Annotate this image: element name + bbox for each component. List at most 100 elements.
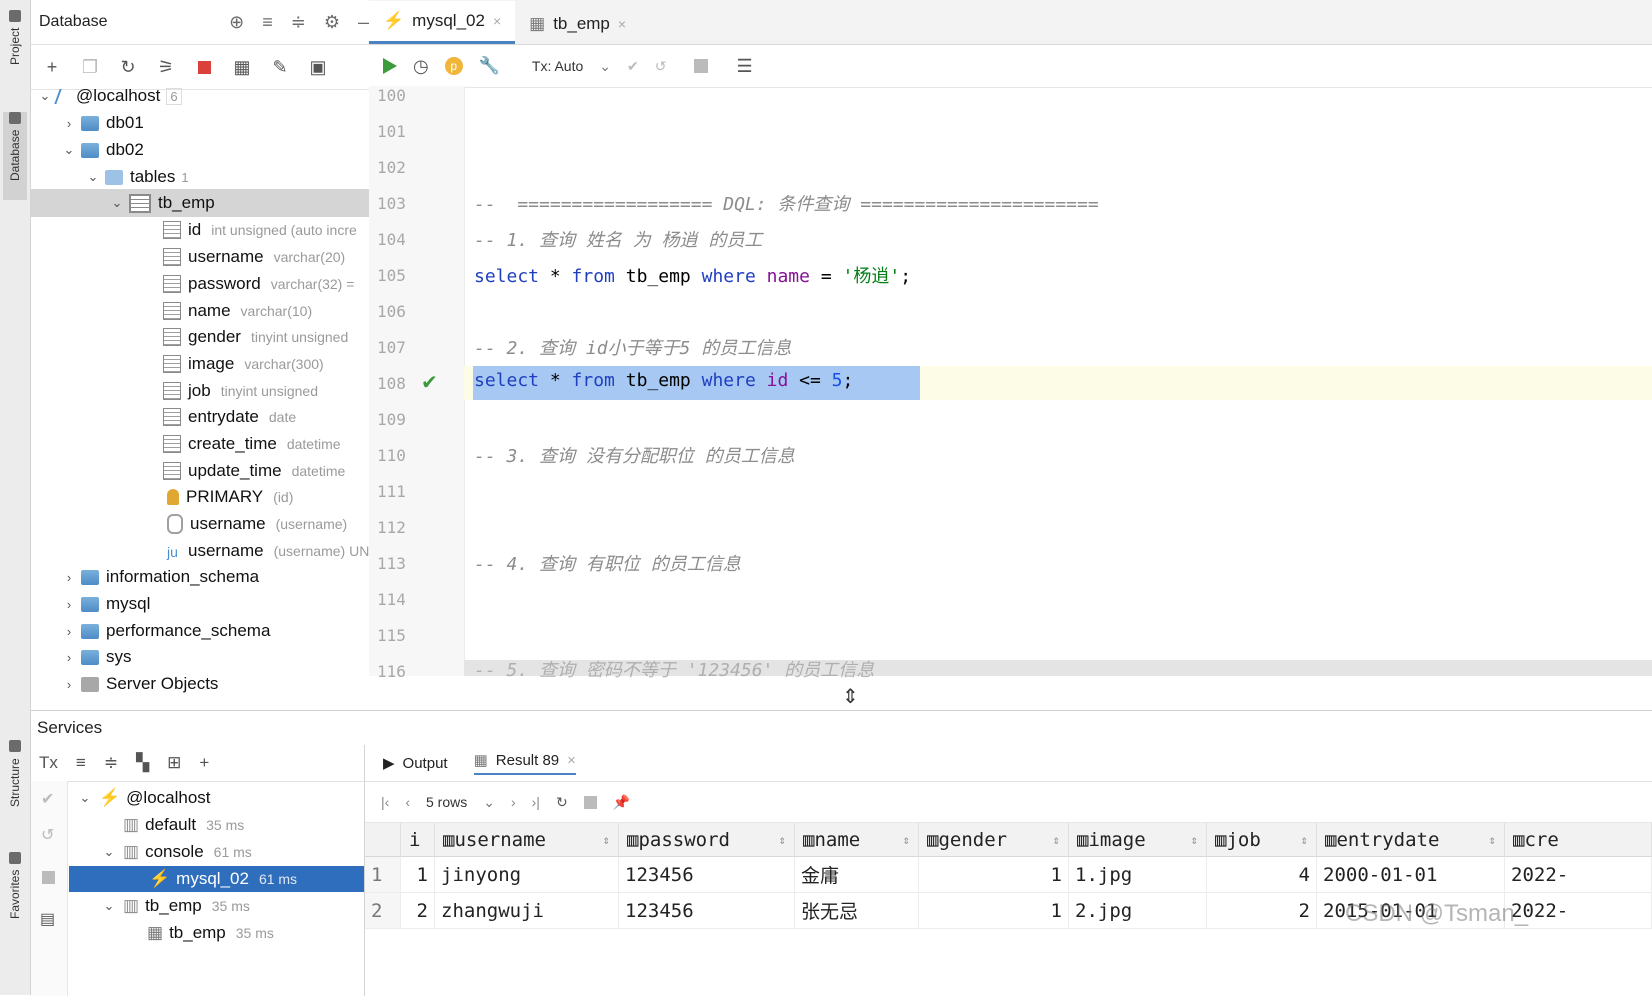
rollback-icon[interactable]: ↺ [655,58,667,75]
tree-column-username[interactable]: username varchar(20) [31,243,345,271]
collapse-all-icon[interactable]: ≑ [104,753,118,773]
close-icon[interactable]: × [618,16,626,32]
tree-column-update-time[interactable]: update_time datetime [31,457,345,485]
service-node-mysql-02[interactable]: ⚡ mysql_02 61 ms [69,866,364,892]
code-comment[interactable]: -- 4. 查询 有职位 的员工信息 [474,550,741,576]
sort-icon[interactable]: ⇕ [1301,833,1316,847]
service-node-tb-emp-table[interactable]: ▦ tb_emp 35 ms [147,920,274,946]
last-page-icon[interactable]: ›| [532,794,540,810]
sort-icon[interactable]: ⇕ [1191,833,1206,847]
tree-node-performance-schema[interactable]: › performance_schema [31,617,271,645]
favorites-tool-tab[interactable]: Favorites [3,852,27,942]
sort-icon[interactable]: ⇕ [903,833,918,847]
column-header-image[interactable]: ▥ image ⇕ [1069,823,1207,857]
chevron-down-icon[interactable]: ⌄ [599,58,611,75]
profile-icon[interactable]: p [444,57,463,75]
chevron-down-icon[interactable]: ⌄ [101,898,117,914]
new-tab-icon[interactable]: ⊞ [167,753,181,773]
chevron-right-icon[interactable]: › [61,650,77,665]
code-line-105[interactable]: select * from tb_emp where name = '杨逍'; [474,262,911,288]
stop-icon[interactable] [193,56,215,78]
expand-all-icon[interactable]: ≡ [76,753,86,773]
table-cell[interactable]: 1 [401,857,435,893]
wrench-icon[interactable]: 🔧 [479,56,500,76]
table-cell[interactable]: zhangwuji [435,893,619,929]
chevron-down-icon[interactable]: ⌄ [61,142,77,158]
table-cell[interactable]: 123456 [619,893,795,929]
tree-column-image[interactable]: image varchar(300) [31,350,324,378]
table-cell[interactable]: jinyong [435,857,619,893]
expand-all-icon[interactable]: ≡ [262,12,273,33]
chevron-down-icon[interactable]: ⌄ [109,195,125,211]
tree-column-name[interactable]: name varchar(10) [31,297,312,325]
tree-node-server-objects[interactable]: › Server Objects [31,670,219,698]
table-cell[interactable]: 1.jpg [1069,857,1207,893]
chevron-right-icon[interactable]: › [61,116,77,131]
project-tool-tab[interactable]: Project [3,10,27,90]
sort-icon[interactable]: ⇕ [603,833,618,847]
table-cell[interactable]: 123456 [619,857,795,893]
table-cell[interactable]: 1 [919,893,1069,929]
collapse-all-icon[interactable]: ≑ [291,12,306,33]
sort-icon[interactable]: ⇕ [1053,833,1068,847]
tree-column-password[interactable]: password varchar(32) = [31,270,354,298]
chevron-right-icon[interactable]: › [61,597,77,612]
chevron-down-icon[interactable]: ⌄ [77,790,93,806]
tree-node-tb-emp[interactable]: ⌄ tb_emp [31,189,388,217]
rollback-icon[interactable]: ↺ [41,825,54,845]
add-icon[interactable]: + [199,753,209,773]
table-cell[interactable]: 张无忌 [795,893,919,929]
table-cell[interactable]: 2.jpg [1069,893,1207,929]
chevron-down-icon[interactable]: ⌄ [37,88,53,104]
code-line-108[interactable]: select * from tb_emp where id <= 5; [474,370,853,391]
history-icon[interactable]: ◷ [413,56,429,77]
tree-key-primary[interactable]: PRIMARY (id) [31,483,293,511]
schema-icon[interactable]: ⚞ [155,56,177,78]
tree-column-job[interactable]: job tinyint unsigned [31,377,318,405]
chevron-right-icon[interactable]: › [61,677,77,692]
column-header-username[interactable]: ▥ username ⇕ [435,823,619,857]
tree-column-create-time[interactable]: create_time datetime [31,430,341,458]
tab-tb-emp[interactable]: ▦ tb_emp × [515,4,640,44]
table-cell[interactable]: 4 [1207,857,1317,893]
column-header-job[interactable]: ▥ job ⇕ [1207,823,1317,857]
layout-icon[interactable]: ☰ [736,56,752,77]
chevron-down-icon[interactable]: ⌄ [85,169,101,185]
tree-node-tables[interactable]: ⌄ tables 1 [31,163,189,191]
refresh-icon[interactable]: ↻ [556,794,568,811]
refresh-icon[interactable]: ↻ [117,56,139,78]
check-icon[interactable]: ✔ [41,789,54,809]
sort-icon[interactable]: ⇕ [779,833,794,847]
column-header-password[interactable]: ▥ password ⇕ [619,823,795,857]
tree-column-id[interactable]: id int unsigned (auto incre [31,216,357,244]
table-cell[interactable]: 2000-01-01 [1317,857,1505,893]
service-node-tb-emp[interactable]: ⌄ ▥ tb_emp 35 ms [101,893,250,919]
next-page-icon[interactable]: › [511,794,516,810]
tab-output[interactable]: ▶ Output [383,754,448,773]
tree-index-username[interactable]: username (username) [31,510,347,538]
copy-icon[interactable]: ❐ [79,56,101,78]
rows-count-select[interactable]: 5 rows [426,794,467,810]
column-header-gender[interactable]: ▥ gender ⇕ [919,823,1069,857]
chevron-right-icon[interactable]: › [61,570,77,585]
service-node-console[interactable]: ⌄ ▥ console 61 ms [101,839,252,865]
table-cell[interactable]: 1 [919,857,1069,893]
first-page-icon[interactable]: |‹ [381,794,389,810]
target-icon[interactable]: ⊕ [229,12,244,33]
tree-column-gender[interactable]: gender tinyint unsigned [31,323,348,351]
group-icon[interactable]: ▚ [136,753,149,773]
tree-unique-username[interactable]: ju username (username) UN [31,537,369,565]
add-icon[interactable]: + [41,56,63,78]
transaction-mode-select[interactable]: Tx: Auto [532,58,583,74]
table-cell[interactable]: 2 [1207,893,1317,929]
transaction-icon[interactable]: Tx [39,753,58,773]
edit-icon[interactable]: ✎ [269,56,291,78]
tree-node-localhost[interactable]: ⌄ @localhost 6 [31,82,182,110]
run-icon[interactable] [383,58,397,74]
table-cell[interactable]: 金庸 [795,857,919,893]
tree-node-db01[interactable]: › db01 [31,109,144,137]
code-comment[interactable]: -- 3. 查询 没有分配职位 的员工信息 [474,442,795,468]
code-comment[interactable]: -- ================== DQL: 条件查询 ========… [474,190,1099,216]
column-header-entrydate[interactable]: ▥ entrydate ⇕ [1317,823,1505,857]
tab-result-89[interactable]: ▦ Result 89 × [473,751,576,775]
